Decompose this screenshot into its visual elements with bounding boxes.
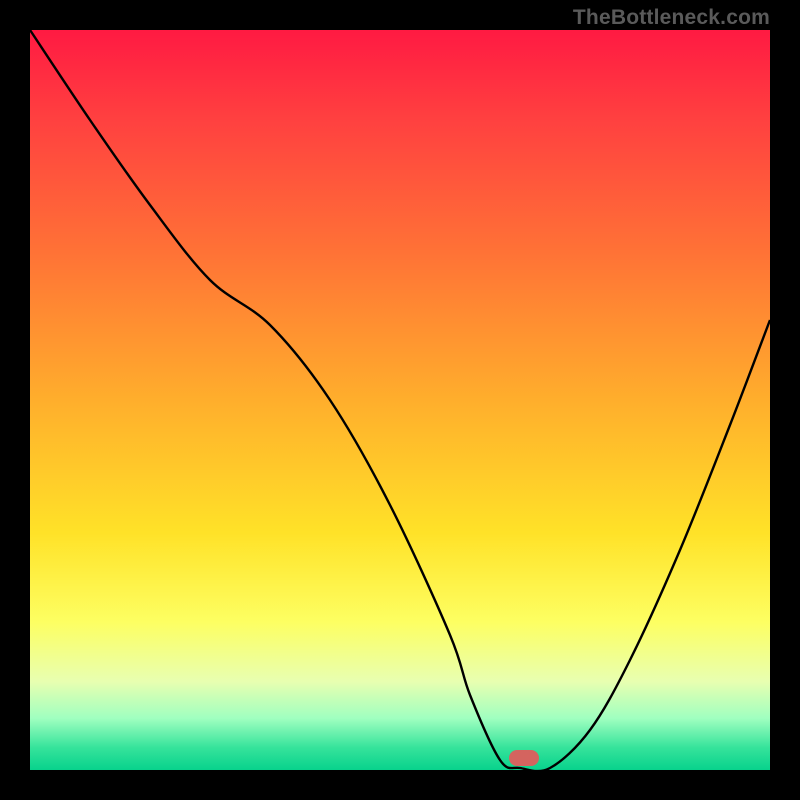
optimum-marker <box>509 750 539 766</box>
bottleneck-curve <box>30 30 770 770</box>
plot-area <box>30 30 770 770</box>
watermark-text: TheBottleneck.com <box>573 6 770 30</box>
chart-frame: TheBottleneck.com <box>0 0 800 800</box>
